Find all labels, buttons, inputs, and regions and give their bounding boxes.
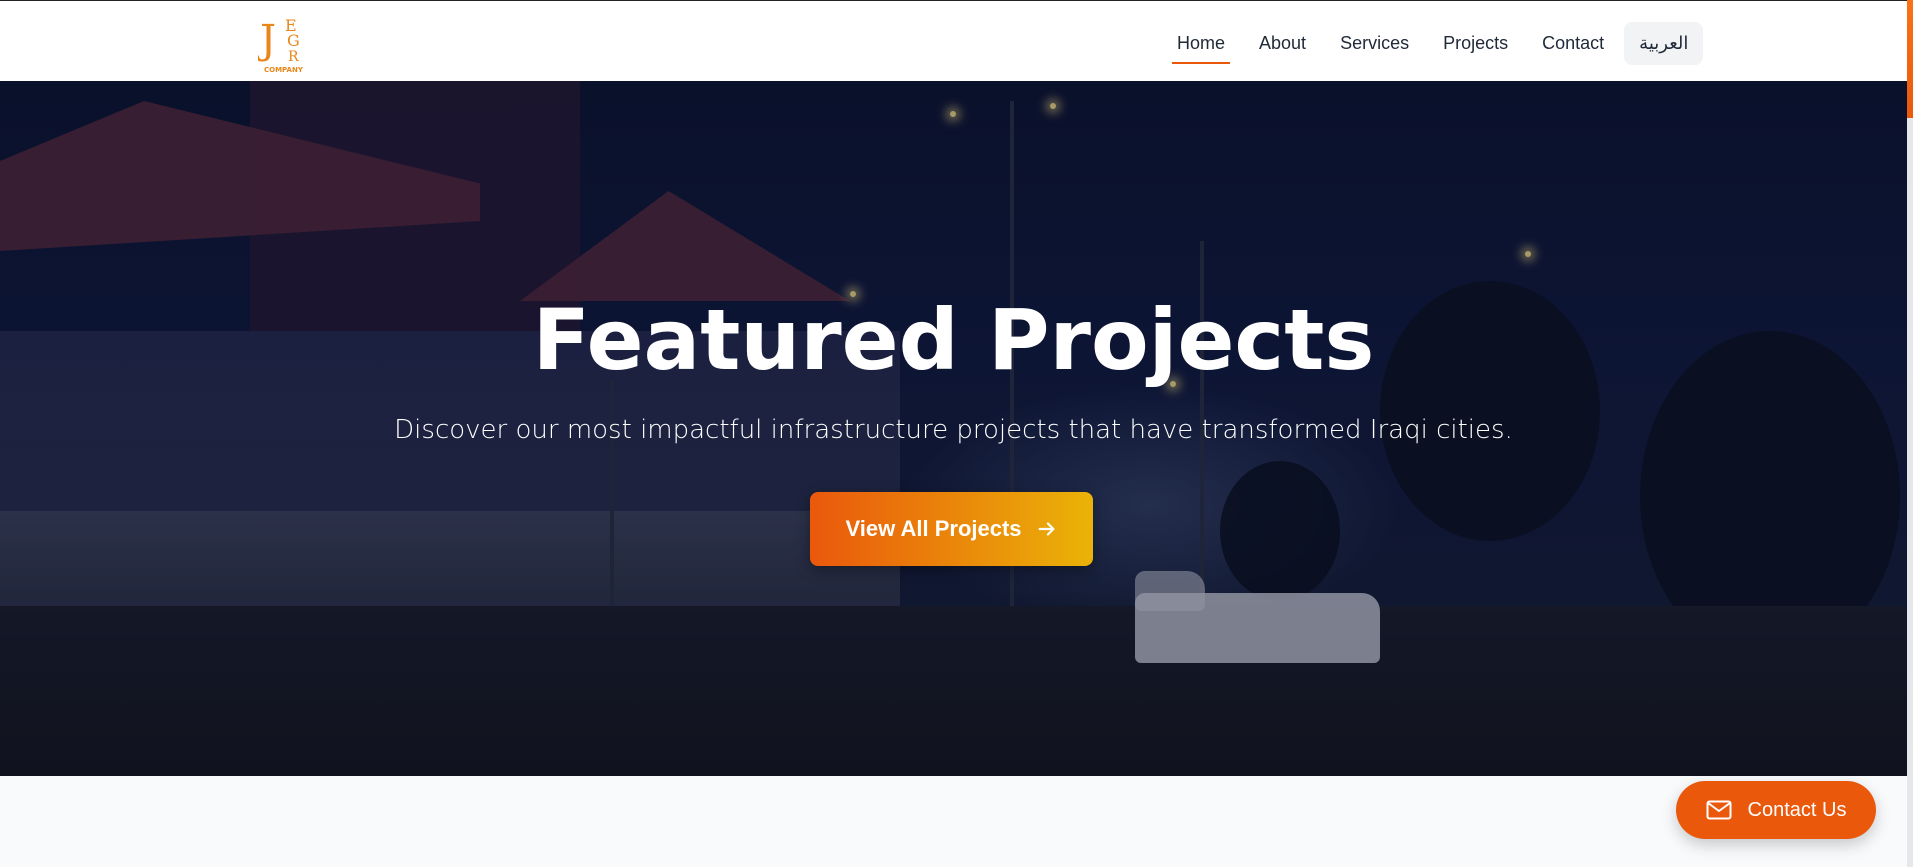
language-toggle-button[interactable]: العربية (1624, 22, 1704, 65)
main-nav: Home About Services Projects Contact الع… (1160, 19, 1704, 68)
arrow-right-icon (1038, 522, 1055, 536)
hero-title: Featured Projects (532, 291, 1375, 389)
hero-section: Featured Projects Discover our most impa… (0, 81, 1907, 776)
logo-letter-j: J (258, 17, 276, 63)
mail-icon (1706, 800, 1732, 820)
site-header: J E G R COMPANY Home About Services Proj… (0, 0, 1913, 81)
logo-letter-r: R (288, 49, 299, 65)
logo-company-text: COMPANY (264, 66, 304, 74)
nav-contact[interactable]: Contact (1525, 19, 1621, 68)
logo-letter-g: G (287, 31, 300, 50)
nav-services[interactable]: Services (1323, 19, 1426, 68)
nav-projects[interactable]: Projects (1426, 19, 1525, 68)
floating-contact-button[interactable]: Contact Us (1676, 781, 1876, 839)
floating-contact-label: Contact Us (1747, 798, 1847, 821)
view-all-projects-button[interactable]: View All Projects (810, 492, 1093, 566)
scrollbar-thumb[interactable] (1907, 0, 1913, 118)
nav-about[interactable]: About (1242, 19, 1323, 68)
page-scrollbar[interactable] (1907, 0, 1913, 867)
cta-label: View All Projects (845, 516, 1022, 541)
hero-subtitle: Discover our most impactful infrastructu… (394, 415, 1513, 445)
company-logo[interactable]: J E G R COMPANY (258, 9, 310, 75)
nav-home[interactable]: Home (1160, 19, 1242, 68)
